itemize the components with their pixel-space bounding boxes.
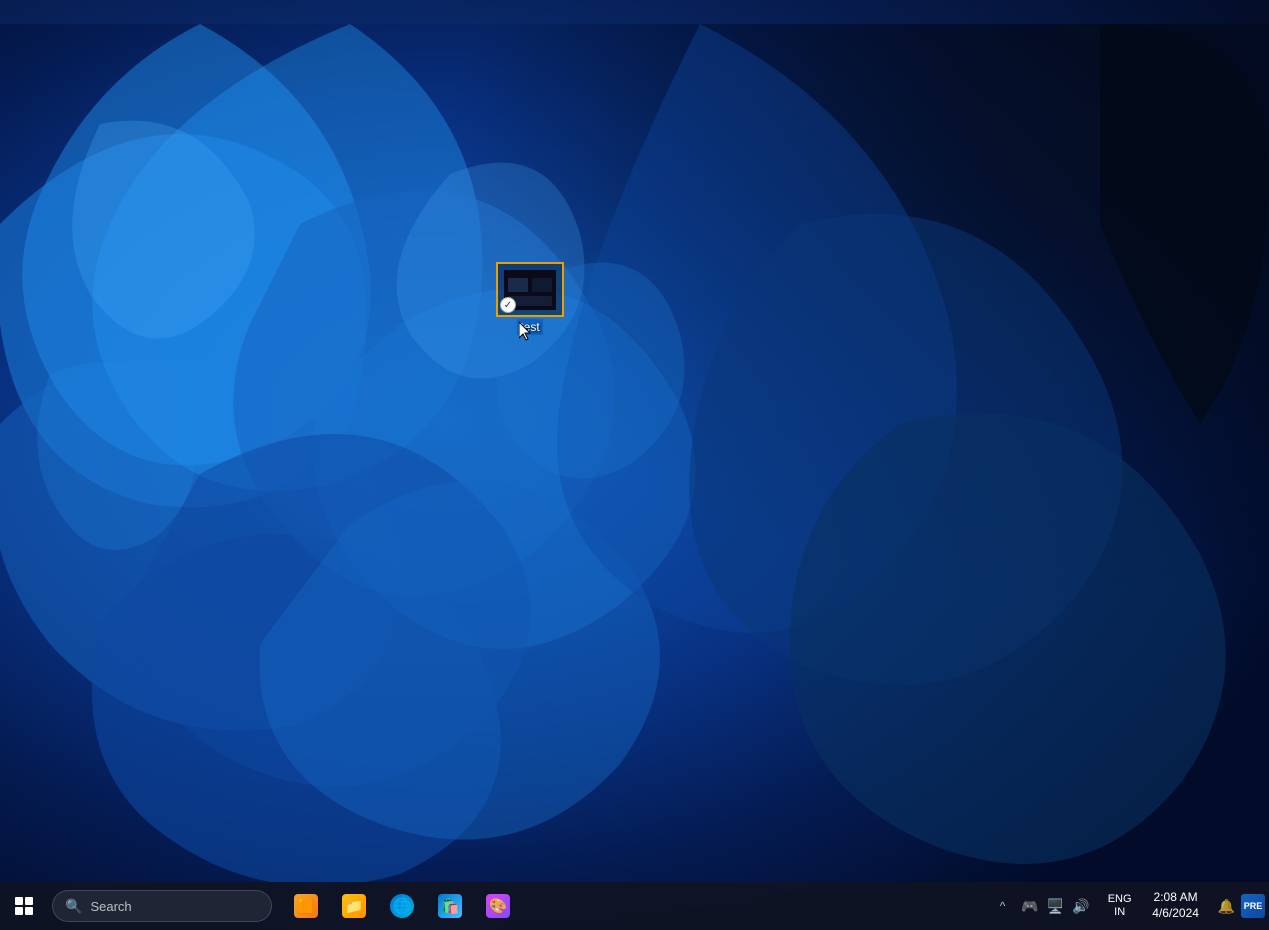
taskbar-app-edge[interactable]: 🌐 xyxy=(380,884,424,928)
language-indicator[interactable]: ENG IN xyxy=(1102,893,1138,919)
system-tray: ^ 🎮 🖥️ 🔊 ENG IN 2:08 AM 4/6/2024 xyxy=(996,890,1269,921)
search-label: Search xyxy=(90,899,131,914)
search-icon: 🔍 xyxy=(65,898,82,915)
taskbar-app-widgets[interactable]: 🟧 xyxy=(284,884,328,928)
taskbar-app-file-explorer[interactable]: 📁 xyxy=(332,884,376,928)
tray-overflow-button[interactable]: ^ xyxy=(996,899,1010,913)
widgets-icon: 🟧 xyxy=(294,894,318,918)
language-secondary: IN xyxy=(1114,906,1125,919)
store-icon: 🛍️ xyxy=(438,894,462,918)
extras-label: PRE xyxy=(1244,901,1263,911)
clock-time: 2:08 AM xyxy=(1154,890,1198,906)
monitor-icon[interactable]: 🖥️ xyxy=(1045,896,1066,917)
extras-tray-icon[interactable]: PRE xyxy=(1241,894,1265,918)
chevron-up-icon: ^ xyxy=(1000,899,1006,913)
tray-app-icon[interactable]: 🎮 xyxy=(1019,896,1040,917)
notification-icon[interactable]: 🔔 xyxy=(1214,898,1239,915)
start-button[interactable] xyxy=(0,882,48,930)
windows-logo-icon xyxy=(15,897,33,915)
desktop-icon-thumbnail-box: ✓ xyxy=(496,262,564,317)
paint-icon: 🎨 xyxy=(486,894,510,918)
tray-icons-area: 🎮 🖥️ 🔊 xyxy=(1011,896,1099,917)
volume-icon[interactable]: 🔊 xyxy=(1070,896,1091,917)
desktop-icon-check-mark: ✓ xyxy=(500,297,516,313)
clock-date: 4/6/2024 xyxy=(1152,906,1199,922)
desktop-icon-test[interactable]: ✓ test xyxy=(495,262,565,335)
taskbar-search-bar[interactable]: 🔍 Search xyxy=(52,890,272,922)
desktop-icon-name: test xyxy=(517,319,542,335)
file-explorer-icon: 📁 xyxy=(342,894,366,918)
language-primary: ENG xyxy=(1108,893,1132,906)
taskbar-app-paint[interactable]: 🎨 xyxy=(476,884,520,928)
taskbar: 🔍 Search 🟧 📁 🌐 🛍️ 🎨 xyxy=(0,882,1269,930)
desktop: ✓ test 🔍 Search 🟧 xyxy=(0,0,1269,930)
taskbar-pinned-apps: 🟧 📁 🌐 🛍️ 🎨 xyxy=(284,884,520,928)
wallpaper xyxy=(0,0,1269,930)
taskbar-app-store[interactable]: 🛍️ xyxy=(428,884,472,928)
clock-area[interactable]: 2:08 AM 4/6/2024 xyxy=(1140,890,1212,921)
edge-icon: 🌐 xyxy=(390,894,414,918)
